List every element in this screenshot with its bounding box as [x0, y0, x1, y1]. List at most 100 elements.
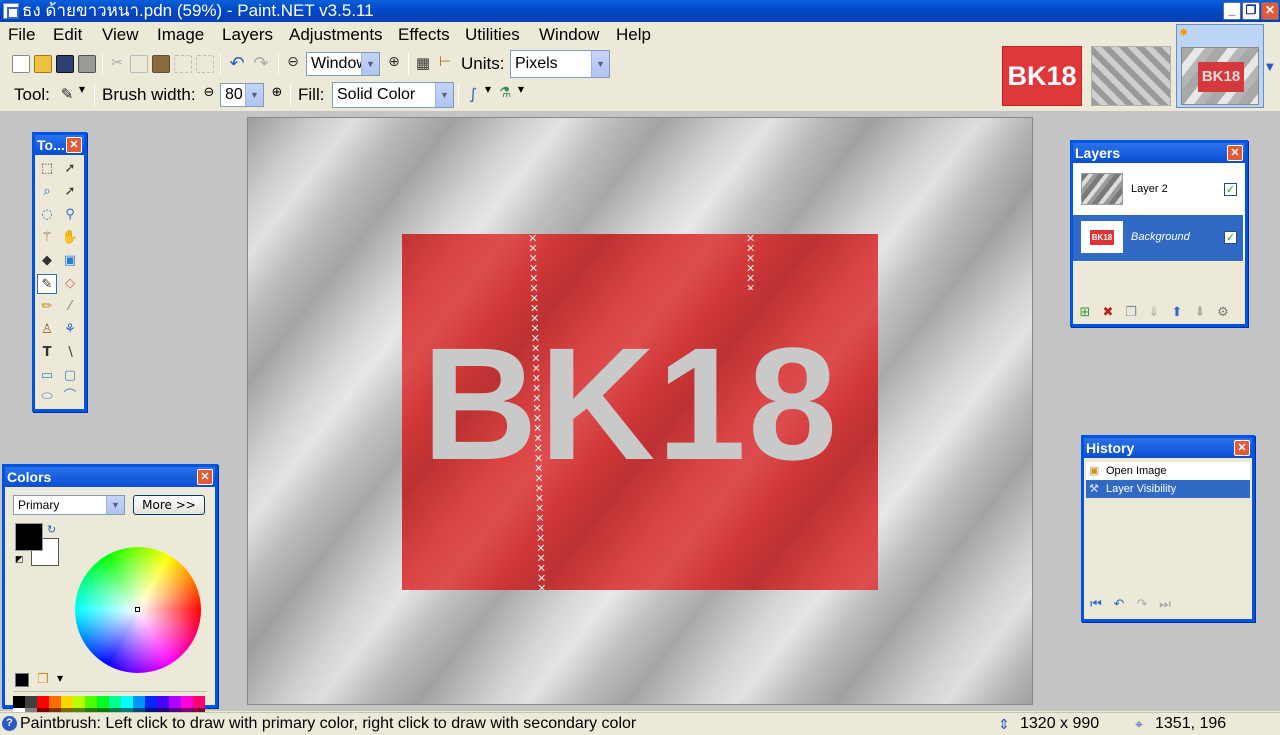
- ellipse-icon[interactable]: ⬭: [37, 387, 57, 407]
- close-icon[interactable]: ✕: [1234, 440, 1250, 456]
- palette-swatch[interactable]: [37, 696, 49, 708]
- layer-visibility-checkbox[interactable]: ✓: [1224, 183, 1237, 196]
- menu-layers[interactable]: Layers: [222, 23, 273, 47]
- rounded-rectangle-icon[interactable]: ▢: [60, 366, 80, 386]
- move-selection-icon[interactable]: ➚: [60, 159, 80, 179]
- palette-swatch[interactable]: [121, 696, 133, 708]
- menu-file[interactable]: File: [8, 23, 35, 47]
- print-icon[interactable]: [78, 55, 96, 73]
- image-tab-bk18-red[interactable]: BK18: [1002, 46, 1082, 106]
- restore-button[interactable]: ❐: [1242, 2, 1260, 20]
- layer-row-selected[interactable]: BK18 Background ✓: [1073, 215, 1243, 261]
- layer-visibility-checkbox[interactable]: ✓: [1224, 231, 1237, 244]
- more-colors-button[interactable]: More >>: [133, 495, 205, 515]
- color-picker-icon[interactable]: ⁄: [60, 297, 80, 317]
- zoom-out-icon[interactable]: ⊖: [284, 54, 302, 72]
- palette-swatch[interactable]: [109, 696, 121, 708]
- cut-icon[interactable]: ✂: [108, 55, 126, 73]
- color-mode-combobox[interactable]: Primary ▼: [13, 495, 125, 515]
- recolor-icon[interactable]: ⚘: [60, 320, 80, 340]
- copy-icon[interactable]: [130, 55, 148, 73]
- undo-icon[interactable]: ↶: [1111, 597, 1127, 613]
- text-icon[interactable]: T: [37, 343, 57, 363]
- color-wheel[interactable]: [75, 547, 201, 673]
- chevron-down-icon[interactable]: ▼: [361, 53, 379, 75]
- primary-color-swatch[interactable]: [15, 523, 43, 551]
- chevron-down-icon[interactable]: ▼: [516, 85, 526, 103]
- reset-colors-icon[interactable]: ◩: [15, 554, 27, 566]
- palette-swatch[interactable]: [157, 696, 169, 708]
- lasso-select-icon[interactable]: ⌕: [37, 182, 57, 202]
- close-icon[interactable]: ✕: [1227, 145, 1243, 161]
- minimize-button[interactable]: _: [1223, 2, 1241, 20]
- menu-view[interactable]: View: [102, 23, 139, 47]
- palette-swatch[interactable]: [49, 696, 61, 708]
- zoom-in-icon[interactable]: ⊕: [385, 54, 403, 72]
- layers-window-title-bar[interactable]: Layers ✕: [1073, 143, 1245, 163]
- freeform-shape-icon[interactable]: ⌒: [60, 387, 80, 407]
- palette-swatch[interactable]: [145, 696, 157, 708]
- layer-row[interactable]: Layer 2 ✓: [1073, 167, 1243, 213]
- fill-combobox[interactable]: Solid Color ▼: [332, 82, 454, 108]
- color-wheel-cursor[interactable]: [135, 607, 140, 612]
- history-item-selected[interactable]: ⚒ Layer Visibility: [1086, 480, 1250, 498]
- pan-icon[interactable]: ✋: [60, 228, 80, 248]
- move-layer-up-icon[interactable]: ⬆: [1169, 305, 1185, 321]
- blend-mode-icon[interactable]: ⚗: [496, 85, 514, 103]
- zoom-icon[interactable]: ⚲: [60, 205, 80, 225]
- menu-effects[interactable]: Effects: [398, 23, 450, 47]
- save-icon[interactable]: [56, 55, 74, 73]
- palette-swatch[interactable]: [169, 696, 181, 708]
- tools-window-title-bar[interactable]: To... ✕: [35, 135, 84, 155]
- brush-width-combobox[interactable]: 80 ▼: [220, 83, 264, 107]
- grid-icon[interactable]: ▦: [414, 54, 432, 72]
- palette-swatch[interactable]: [25, 696, 37, 708]
- close-icon[interactable]: ✕: [197, 469, 213, 485]
- layer-properties-icon[interactable]: ⚙: [1215, 305, 1231, 321]
- antialiasing-icon[interactable]: ∫: [464, 85, 482, 103]
- chevron-down-icon[interactable]: ▼: [435, 83, 453, 107]
- eraser-icon[interactable]: ◇: [60, 274, 80, 294]
- palette-swatch[interactable]: [133, 696, 145, 708]
- units-combobox[interactable]: Pixels ▼: [510, 50, 610, 78]
- gradient-icon[interactable]: ▣: [60, 251, 80, 271]
- image-tab-active[interactable]: ✸ BK18: [1176, 24, 1264, 108]
- move-layer-down-icon[interactable]: ⬇: [1192, 305, 1208, 321]
- move-selected-icon[interactable]: ➚: [60, 182, 80, 202]
- fast-forward-icon[interactable]: ⏭: [1157, 597, 1173, 613]
- chevron-down-icon[interactable]: ▼: [245, 84, 263, 106]
- menu-adjustments[interactable]: Adjustments: [289, 23, 383, 47]
- rewind-icon[interactable]: ⏮: [1088, 597, 1104, 613]
- palette-swatch[interactable]: [193, 696, 205, 708]
- add-layer-icon[interactable]: ⊞: [1077, 305, 1093, 321]
- redo-icon[interactable]: ↷: [1134, 597, 1150, 613]
- add-to-palette-icon[interactable]: [15, 673, 29, 687]
- close-button[interactable]: ✕: [1261, 2, 1279, 20]
- menu-help[interactable]: Help: [616, 23, 651, 47]
- redo-icon[interactable]: ↷: [252, 53, 270, 74]
- merge-down-icon[interactable]: ⇓: [1146, 305, 1162, 321]
- palette-swatch[interactable]: [181, 696, 193, 708]
- decrease-width-icon[interactable]: ⊖: [200, 85, 218, 103]
- palette-swatch[interactable]: [85, 696, 97, 708]
- close-icon[interactable]: ✕: [66, 137, 82, 153]
- undo-icon[interactable]: ↶: [228, 53, 246, 74]
- chevron-down-icon[interactable]: ▼: [106, 496, 124, 514]
- menu-edit[interactable]: Edit: [53, 23, 82, 47]
- ellipse-select-icon[interactable]: ◌: [37, 205, 57, 225]
- current-tool-paintbrush-icon[interactable]: ✎: [58, 85, 76, 103]
- palette-swatch[interactable]: [97, 696, 109, 708]
- swap-colors-icon[interactable]: ↻: [47, 523, 56, 536]
- paintbrush-icon[interactable]: ✎: [37, 274, 57, 294]
- palette-menu-icon[interactable]: ❒: [37, 672, 49, 687]
- menu-image[interactable]: Image: [157, 23, 204, 47]
- ruler-icon[interactable]: ⊢: [436, 54, 454, 72]
- rectangle-icon[interactable]: ▭: [37, 366, 57, 386]
- colors-window-title-bar[interactable]: Colors ✕: [5, 467, 215, 487]
- new-image-icon[interactable]: [12, 55, 30, 73]
- clone-stamp-icon[interactable]: ♙: [37, 320, 57, 340]
- zoom-combobox[interactable]: Window ▼: [306, 52, 380, 76]
- chevron-down-icon[interactable]: ▼: [483, 85, 493, 103]
- chevron-down-icon[interactable]: ▼: [591, 51, 609, 77]
- duplicate-layer-icon[interactable]: ❐: [1123, 305, 1139, 321]
